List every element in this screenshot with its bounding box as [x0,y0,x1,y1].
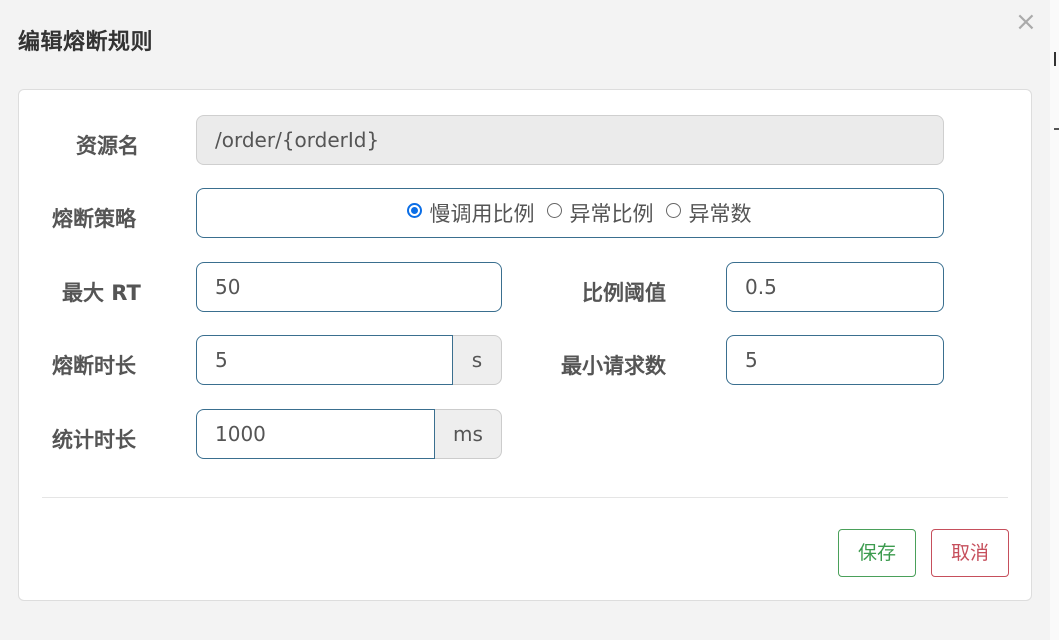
save-button[interactable]: 保存 [838,529,916,577]
close-icon[interactable]: × [1015,8,1037,36]
strategy-radio-group: 慢调用比例 异常比例 异常数 [196,188,944,238]
max-rt-input[interactable]: 50 [196,262,502,312]
ratio-threshold-label: 比例阈值 [582,281,666,305]
strategy-option-error-count[interactable]: 异常数 [665,198,752,228]
min-requests-input[interactable]: 5 [726,335,944,385]
strategy-option-label: 异常比例 [569,202,654,226]
strategy-option-slow-ratio[interactable]: 慢调用比例 [406,198,535,228]
background-page-edge [1050,0,1059,640]
background-mark [1054,52,1059,66]
strategy-option-error-ratio[interactable]: 异常比例 [546,198,654,228]
break-duration-unit: s [453,335,502,385]
strategy-label: 熔断策略 [52,207,136,231]
background-mark [1054,128,1059,130]
resource-field: /order/{orderId} [196,115,944,165]
dialog-title: 编辑熔断规则 [18,30,154,55]
break-duration-input[interactable]: 5 [196,335,453,385]
radio-checked-icon[interactable] [406,202,422,218]
break-duration-label: 熔断时长 [52,354,136,378]
stat-duration-input[interactable]: 1000 [196,409,435,459]
resource-label: 资源名 [76,134,139,158]
strategy-option-label: 异常数 [688,202,752,226]
cancel-button[interactable]: 取消 [931,529,1009,577]
strategy-option-label: 慢调用比例 [429,202,535,226]
stat-duration-unit: ms [435,409,502,459]
edit-circuit-breaker-dialog: 编辑熔断规则 × 资源名 /order/{orderId} 熔断策略 慢调用比例… [0,0,1059,640]
min-requests-label: 最小请求数 [561,354,666,378]
max-rt-label: 最大 RT [62,281,141,305]
stat-duration-label: 统计时长 [52,428,136,452]
radio-unchecked-icon[interactable] [665,202,681,218]
radio-unchecked-icon[interactable] [546,202,562,218]
form-panel: 资源名 /order/{orderId} 熔断策略 慢调用比例 异常比例 异常数… [18,89,1032,601]
footer-divider [42,497,1008,498]
ratio-threshold-input[interactable]: 0.5 [726,262,944,312]
